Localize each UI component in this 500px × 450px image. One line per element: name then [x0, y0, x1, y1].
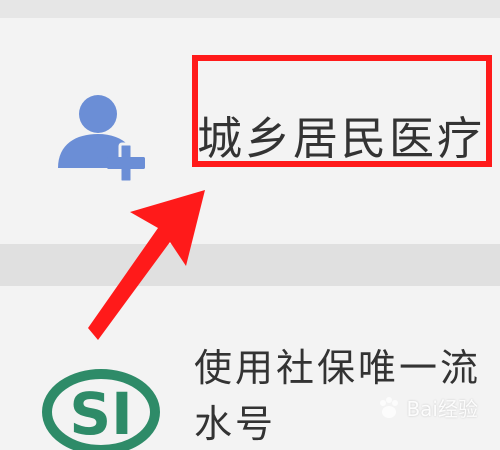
annotation-highlight-box: [192, 55, 492, 167]
svg-text:SI: SI: [69, 380, 132, 448]
social-security-logo-icon: SI: [42, 369, 160, 450]
screen: 城乡居民医疗 SI 使用社保唯一流水号 Bai经验: [0, 0, 500, 450]
annotation-arrow-icon: [88, 190, 205, 340]
watermark: Bai经验: [376, 393, 478, 422]
baidu-paw-icon: [380, 396, 399, 418]
watermark-text: Bai经验: [406, 397, 478, 421]
top-divider: [0, 0, 500, 18]
